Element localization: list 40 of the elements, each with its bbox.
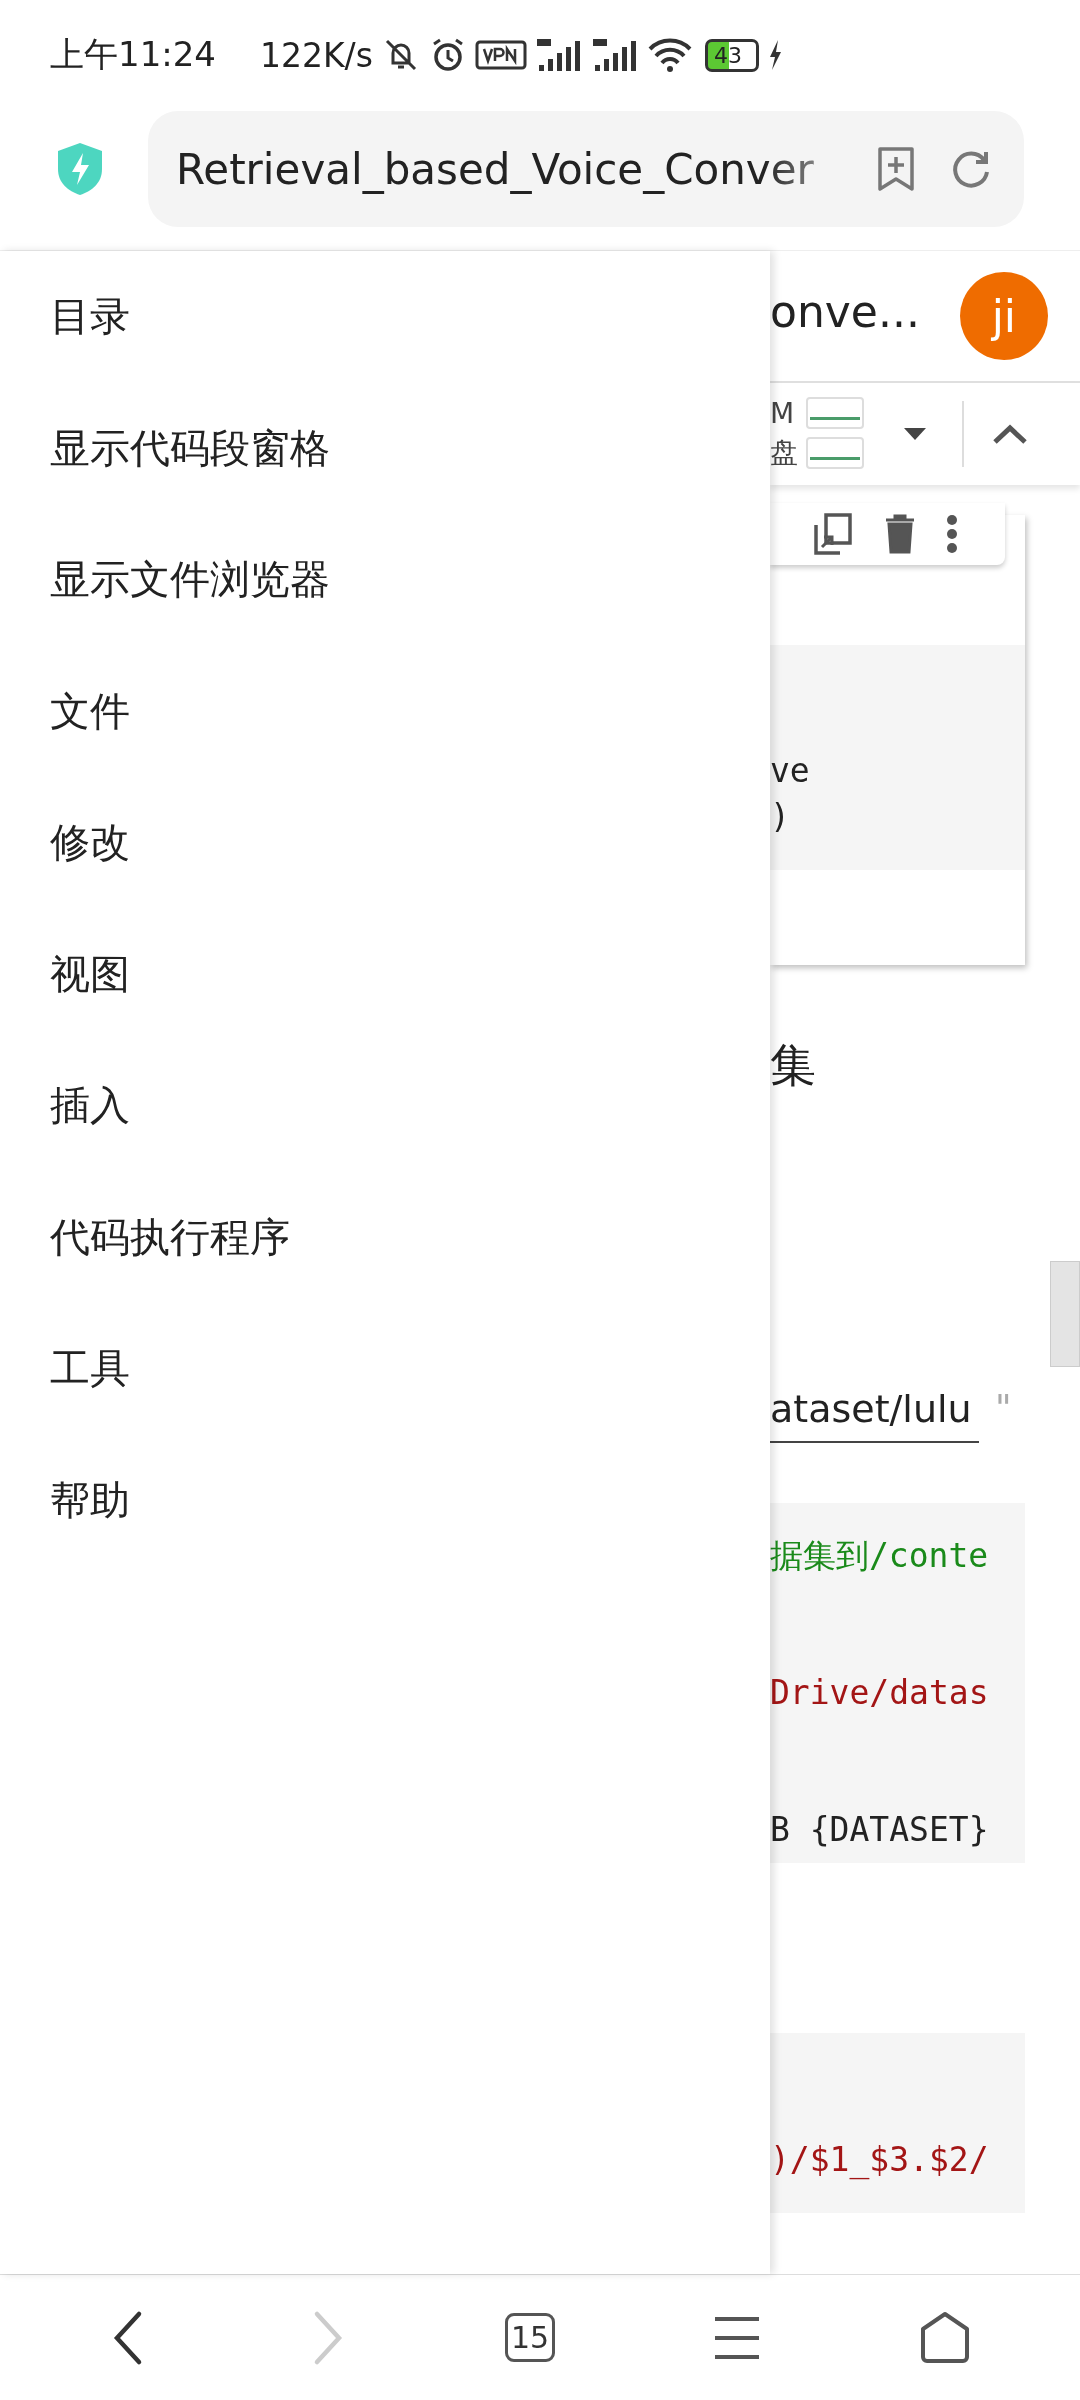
usage-meter	[806, 436, 864, 469]
collapse-icon[interactable]	[992, 423, 1028, 445]
code-line: Drive/datas	[770, 1672, 989, 1714]
menu-item[interactable]: 插入	[0, 1040, 130, 1172]
wifi-icon	[646, 37, 693, 73]
menu-icon[interactable]	[713, 2314, 761, 2361]
section-heading: 集	[770, 1037, 816, 1094]
address-bar[interactable]: Retrieval_based_Voice_Conver	[148, 111, 1024, 227]
status-time: 上午11:24	[50, 33, 216, 76]
code-line: ve	[770, 750, 810, 792]
menu-item[interactable]: 代码执行程序	[0, 1171, 290, 1303]
code-line: B {DATASET}	[770, 1809, 989, 1851]
menu-item[interactable]: 帮助	[0, 1434, 130, 1566]
dropdown-icon[interactable]	[902, 426, 928, 442]
tab-count[interactable]: 15	[504, 2313, 556, 2362]
notebook-title: onve...	[770, 285, 920, 337]
copy-icon[interactable]	[812, 511, 854, 557]
menu-item[interactable]: 目录	[0, 251, 130, 383]
code-line: 据集到/conte	[770, 1535, 989, 1577]
signal-icon	[534, 37, 583, 73]
vpn-icon	[474, 40, 527, 70]
menu-item[interactable]: 视图	[0, 908, 130, 1040]
more-icon[interactable]	[946, 514, 958, 554]
url-text: Retrieval_based_Voice_Conver	[176, 144, 815, 194]
resource-label: M	[770, 396, 794, 430]
path-field[interactable]: ataset/lulu	[770, 1387, 979, 1443]
menu-item[interactable]: 工具	[0, 1303, 130, 1435]
code-line: )/$1_$3.$2/	[770, 2139, 989, 2182]
usage-meter	[806, 397, 864, 429]
menu-item[interactable]: 修改	[0, 777, 130, 909]
delete-icon[interactable]	[884, 514, 916, 554]
menu-item[interactable]: 显示代码段窗格	[0, 382, 330, 514]
quote-mark: "	[995, 1387, 1012, 1428]
scrollbar-thumb[interactable]	[1050, 1261, 1080, 1367]
network-speed: 122K/s	[260, 35, 373, 75]
menu-item[interactable]: 文件	[0, 645, 130, 777]
code-line: )	[770, 796, 790, 838]
signal-icon	[590, 37, 639, 73]
home-icon[interactable]	[918, 2310, 971, 2365]
menu-item[interactable]: 显示文件浏览器	[0, 514, 330, 646]
